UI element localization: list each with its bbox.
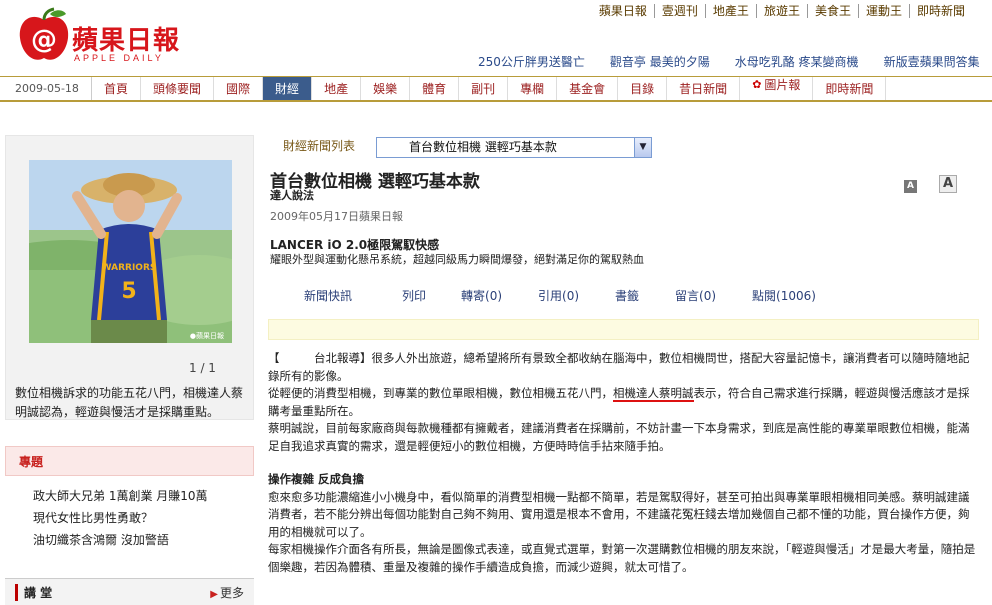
arrow-right-icon: ▶ <box>210 589 218 600</box>
section-heading: 操作複雜 反成負擔 <box>268 472 365 486</box>
paragraph: 蔡明誠說，目前每家廠商與每款機種都有擁戴者，建議消費者在採購前，不妨計畫一下本身… <box>268 421 970 453</box>
article-photo[interactable]: WARRIORS 5 ●蘋果日報 <box>29 160 232 343</box>
current-date: 2009-05-18 <box>0 77 92 100</box>
topic-link[interactable]: 現代女性比男性勇敢？ <box>33 507 254 529</box>
nav-gallery[interactable]: ✿ 圖片報 <box>740 77 814 100</box>
top-nav-next-weekly[interactable]: 壹週刊 <box>653 4 705 18</box>
nav-property[interactable]: 地產 <box>312 77 362 100</box>
highlighted-name: 相機達人蔡明誠 <box>613 386 694 402</box>
nav-entertainment[interactable]: 娛樂 <box>361 77 411 100</box>
paragraph: 【 台北報導】很多人外出旅遊，總希望將所有景致全都收納在腦海中，數位相機問世，搭… <box>268 351 970 383</box>
nav-sports[interactable]: 體育 <box>410 77 460 100</box>
photo-image: WARRIORS 5 ●蘋果日報 <box>29 160 232 343</box>
nav-index[interactable]: 目錄 <box>618 77 668 100</box>
action-views[interactable]: 點閱(1006) <box>752 287 816 304</box>
topics-panel: 專題 政大師大兄弟 1萬創業 月賺10萬 現代女性比男性勇敢？ 油切纖茶含鴻爾 … <box>5 446 254 558</box>
font-size-large-button[interactable]: A <box>939 175 957 193</box>
headline-link[interactable]: 觀音亭 最美的夕陽 <box>610 53 710 70</box>
article-author: 達人說法 <box>270 189 314 202</box>
top-nav: 蘋果日報 壹週刊 地產王 旅遊王 美食王 運動王 即時新聞 <box>592 4 972 18</box>
apple-logo-icon: @ <box>19 7 69 60</box>
top-nav-travel[interactable]: 旅遊王 <box>755 4 807 18</box>
nav-supplement[interactable]: 副刊 <box>459 77 509 100</box>
photo-caption: 數位相機訴求的功能五花八門，相機達人蔡明誠認為，輕遊與慢活才是採購重點。 <box>15 386 244 419</box>
top-nav-property[interactable]: 地產王 <box>704 4 756 18</box>
headline-link[interactable]: 新版壹蘋果問答集 <box>884 53 980 70</box>
action-cite[interactable]: 引用(0) <box>538 287 579 304</box>
svg-text:@: @ <box>31 25 57 55</box>
notice-bar <box>268 319 979 340</box>
top-nav-apple-daily[interactable]: 蘋果日報 <box>592 4 654 18</box>
paragraph: 每家相機操作介面各有所長，無論是圖像式表達，或直覺式選單，對第一次選購數位相機的… <box>268 542 976 574</box>
headline-link[interactable]: 250公斤胖男送醫亡 <box>478 53 585 70</box>
top-nav-realtime[interactable]: 即時新聞 <box>908 4 972 18</box>
topic-link[interactable]: 油切纖茶含鴻爾 沒加警語 <box>33 529 254 551</box>
logo-brand-text: 蘋果日報 <box>72 26 181 56</box>
logo-sub-text: APPLE DAILY <box>74 53 164 63</box>
article-select-value: 首台數位相機 選輕巧基本款 <box>409 140 557 154</box>
svg-text:WARRIORS: WARRIORS <box>102 263 157 273</box>
more-label: 更多 <box>219 586 244 600</box>
photo-watermark: ●蘋果日報 <box>190 331 224 340</box>
article-body: 【 台北報導】很多人外出旅遊，總希望將所有景致全都收納在腦海中，數位相機問世，搭… <box>268 350 980 576</box>
font-size-small-button[interactable]: A <box>904 180 917 193</box>
lecture-header: 講 堂 <box>15 584 52 601</box>
action-comment[interactable]: 留言(0) <box>675 287 716 304</box>
article-actions: 新聞快訊 列印 轉寄(0) 引用(0) 書籤 留言(0) 點閱(1006) <box>304 287 816 304</box>
topics-list: 政大師大兄弟 1萬創業 月賺10萬 現代女性比男性勇敢？ 油切纖茶含鴻爾 沒加警… <box>5 485 254 551</box>
nav-archive[interactable]: 昔日新聞 <box>667 77 741 100</box>
topics-header: 專題 <box>5 446 254 476</box>
headline-ticker: 250公斤胖男送醫亡 觀音亭 最美的夕陽 水母吃乳酪 疼某變商機 新版壹蘋果問答… <box>478 53 980 70</box>
nav-headlines[interactable]: 頭條要聞 <box>141 77 215 100</box>
action-bookmark[interactable]: 書籤 <box>615 287 639 304</box>
paragraph: 愈來愈多功能濃縮進小小機身中，看似簡單的消費型相機一點都不簡單，若是駕馭得好，甚… <box>268 489 970 539</box>
nav-realtime[interactable]: 即時新聞 <box>813 77 887 100</box>
svg-text:5: 5 <box>121 279 136 304</box>
article-select-dropdown[interactable]: 首台數位相機 選輕巧基本款 ▼ <box>376 137 652 158</box>
action-forward[interactable]: 轉寄(0) <box>461 287 502 304</box>
topic-link[interactable]: 政大師大兄弟 1萬創業 月賺10萬 <box>33 485 254 507</box>
nav-international[interactable]: 國際 <box>214 77 264 100</box>
photo-box: WARRIORS 5 ●蘋果日報 1 / 1 數位相機訴求的功能五花八門，相機達… <box>5 135 254 420</box>
headline-link[interactable]: 水母吃乳酪 疼某變商機 <box>735 53 859 70</box>
main-nav: 2009-05-18 首頁 頭條要聞 國際 財經 地產 娛樂 體育 副刊 專欄 … <box>0 76 992 102</box>
top-nav-food[interactable]: 美食王 <box>806 4 858 18</box>
article-list-label: 財經新聞列表 <box>283 139 356 153</box>
action-news-alert[interactable]: 新聞快訊 <box>304 287 352 304</box>
ad-description[interactable]: 耀眼外型與運動化懸吊系統，超越同級馬力瞬間爆發，絕對滿足你的駕馭熱血 <box>270 251 644 267</box>
top-nav-sports[interactable]: 運動王 <box>857 4 909 18</box>
nav-gallery-label: 圖片報 <box>764 78 801 92</box>
nav-columns[interactable]: 專欄 <box>508 77 558 100</box>
article-date: 2009年05月17日蘋果日報 <box>270 210 403 223</box>
paragraph: 從輕便的消費型相機，到專業的數位單眼相機，數位相機五花八門，相機達人蔡明誠表示，… <box>268 385 980 420</box>
photo-counter: 1 / 1 <box>189 361 216 375</box>
chevron-down-icon[interactable]: ▼ <box>634 138 651 157</box>
lecture-panel: 講 堂 ▶ 更多 <box>5 578 254 605</box>
flower-icon: ✿ <box>752 78 762 91</box>
apple-daily-logo[interactable]: @ 蘋果日報 APPLE DAILY <box>14 6 184 64</box>
action-print[interactable]: 列印 <box>402 287 426 304</box>
paragraph-text: 從輕便的消費型相機，到專業的數位單眼相機，數位相機五花八門， <box>268 386 613 400</box>
nav-finance[interactable]: 財經 <box>263 77 313 100</box>
nav-home[interactable]: 首頁 <box>92 77 142 100</box>
more-link[interactable]: ▶ 更多 <box>210 584 244 601</box>
nav-foundation[interactable]: 基金會 <box>557 77 619 100</box>
